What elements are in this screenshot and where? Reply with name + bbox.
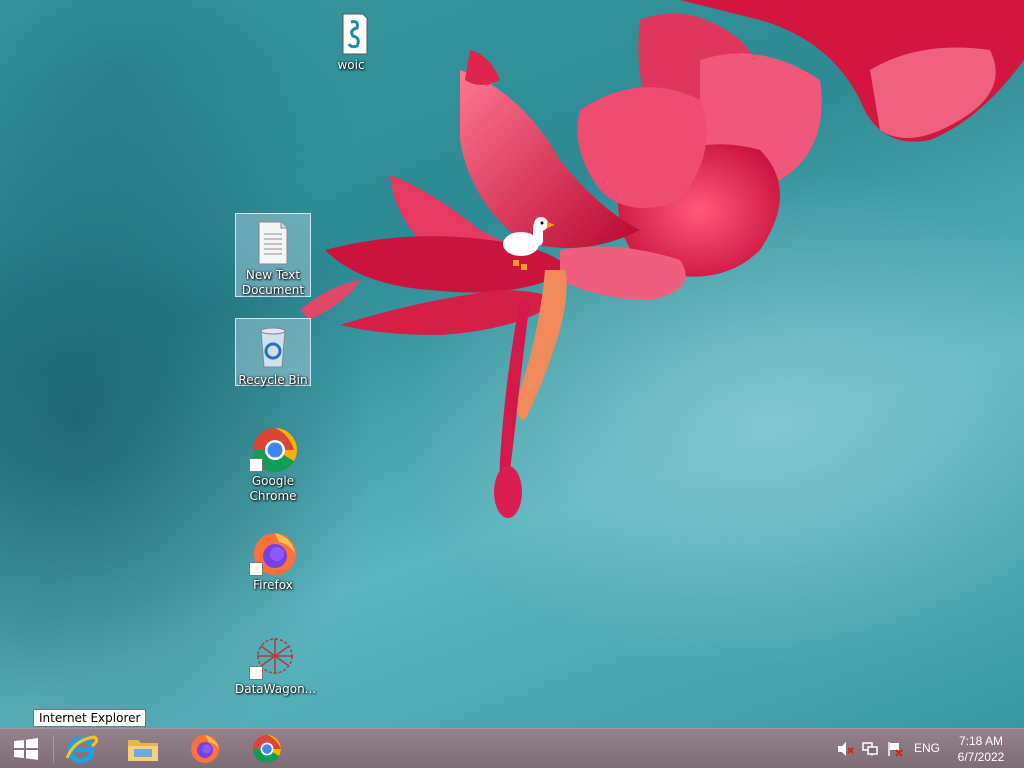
desktop-icon-google-chrome[interactable]: Google Chrome [235, 420, 311, 504]
desktop-wallpaper: woic New Text Document Recycle Bin Googl… [0, 0, 1024, 728]
network-icon[interactable] [861, 741, 879, 757]
firefox-icon [249, 528, 297, 576]
taskbar: ENG 7:18 AM 6/7/2022 [0, 728, 1024, 768]
chrome-icon [253, 735, 281, 763]
desktop-icon-label: Firefox [253, 578, 293, 592]
firefox-icon [191, 735, 219, 763]
datawagon-icon [249, 632, 297, 680]
goose-icon[interactable] [499, 214, 559, 274]
desktop-icon-label: woic [337, 58, 365, 72]
desktop-icon-datawagon[interactable]: DataWagon... [235, 628, 317, 697]
shortcut-arrow-icon [249, 666, 263, 680]
language-indicator[interactable]: ENG [914, 741, 940, 755]
desktop-icon-label: Google Chrome [249, 474, 297, 503]
chrome-icon [249, 424, 297, 472]
desktop-icon-woic[interactable]: woic [313, 4, 389, 73]
speaker-muted-icon[interactable] [836, 741, 854, 757]
internet-explorer-icon [65, 735, 98, 764]
text-document-icon [249, 218, 297, 266]
windows-logo-icon [14, 738, 38, 760]
taskbar-internet-explorer[interactable] [52, 729, 110, 769]
shortcut-arrow-icon [249, 562, 263, 576]
clock-time: 7:18 AM [958, 734, 1004, 748]
start-button[interactable] [0, 729, 52, 769]
recycle-bin-icon [249, 323, 297, 371]
taskbar-file-explorer[interactable] [114, 729, 172, 769]
desktop-icon-label: Recycle Bin [238, 373, 308, 387]
desktop-icon-recycle-bin[interactable]: Recycle Bin [235, 318, 311, 387]
folder-icon [128, 740, 158, 761]
action-center-flag-icon[interactable] [886, 741, 904, 757]
clock-date: 6/7/2022 [957, 750, 1005, 764]
desktop-icon-firefox[interactable]: Firefox [235, 524, 311, 593]
script-file-icon [327, 8, 375, 56]
desktop-icon-label: DataWagon... [235, 682, 317, 696]
clock[interactable]: 7:18 AM 6/7/2022 [950, 733, 1012, 765]
desktop-icon-new-text-document[interactable]: New Text Document [235, 213, 311, 297]
flower-wallpaper-image [300, 0, 1024, 518]
shortcut-arrow-icon [249, 458, 263, 472]
taskbar-google-chrome[interactable] [238, 729, 296, 769]
internet-explorer-tooltip: Internet Explorer [33, 709, 147, 727]
taskbar-firefox[interactable] [176, 729, 234, 769]
desktop-icon-label: New Text Document [241, 268, 305, 297]
